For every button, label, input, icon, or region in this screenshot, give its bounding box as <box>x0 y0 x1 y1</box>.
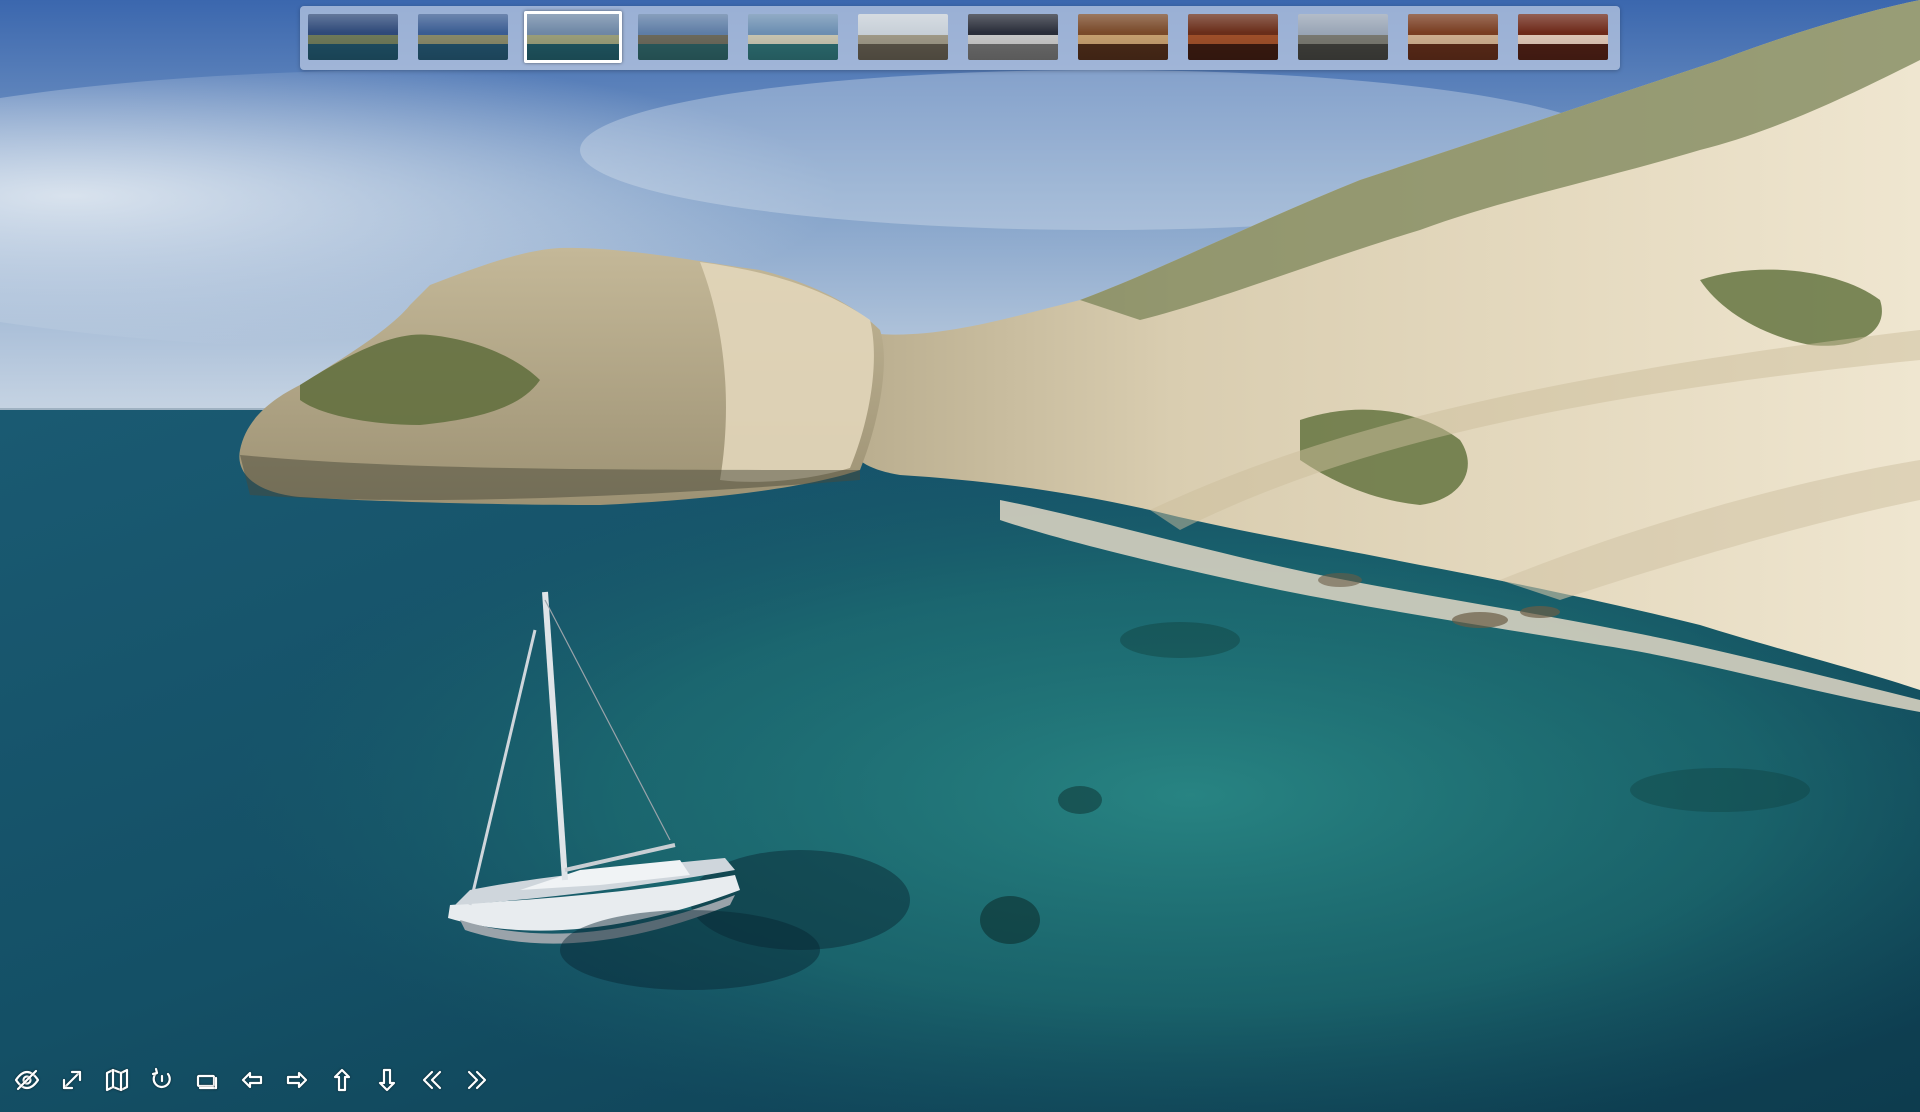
double-chevron-left-icon <box>419 1067 445 1097</box>
thumbnails-icon <box>194 1067 220 1097</box>
thumb-shine <box>1078 14 1168 60</box>
thumb-shine <box>1518 14 1608 60</box>
control-bar: HideFullscreenMapAutorotateThumbnailsLef… <box>8 1067 503 1097</box>
map-icon <box>104 1067 130 1097</box>
thumb-harbor-aerial[interactable] <box>638 14 728 60</box>
thumb-shine <box>527 14 619 60</box>
thumb-shine <box>308 14 398 60</box>
thumb-shine <box>638 14 728 60</box>
thumb-deck-bow[interactable] <box>858 14 948 60</box>
pan-up-button[interactable]: Up <box>323 1068 361 1096</box>
hide-controls-button[interactable]: Hide <box>8 1068 46 1096</box>
thumb-shine <box>858 14 948 60</box>
double-chevron-right-icon <box>464 1067 490 1097</box>
thumb-cabin-galley[interactable] <box>1188 14 1278 60</box>
fullscreen-button[interactable]: Fullscreen <box>53 1068 91 1096</box>
thumbnail-strip <box>300 6 1620 70</box>
pan-right-button[interactable]: Right <box>278 1068 316 1096</box>
thumb-cabin-saloon[interactable] <box>1078 14 1168 60</box>
previous-pano-button[interactable]: Previous <box>413 1068 451 1096</box>
eye-slash-icon <box>14 1067 40 1097</box>
thumb-shine <box>1408 14 1498 60</box>
panorama-scene[interactable] <box>0 0 1920 1112</box>
thumb-beach-aerial[interactable] <box>748 14 838 60</box>
thumb-aerial-coast-3[interactable] <box>524 11 622 63</box>
arrow-right-icon <box>284 1067 310 1097</box>
thumb-shine <box>418 14 508 60</box>
arrow-down-icon <box>374 1067 400 1097</box>
thumb-shine <box>1188 14 1278 60</box>
autorotate-button[interactable]: Autorotate <box>143 1067 181 1097</box>
map-button[interactable]: Map <box>98 1068 136 1096</box>
thumb-cockpit[interactable] <box>968 14 1058 60</box>
thumb-cabin-aft[interactable] <box>1518 14 1608 60</box>
arrow-left-icon <box>239 1067 265 1097</box>
rotate-icon <box>149 1067 175 1097</box>
thumb-shine <box>748 14 838 60</box>
arrow-up-icon <box>329 1067 355 1097</box>
next-pano-button[interactable]: Next <box>458 1068 496 1096</box>
thumb-deck-stern[interactable] <box>1298 14 1388 60</box>
panorama-viewer[interactable]: HideFullscreenMapAutorotateThumbnailsLef… <box>0 0 1920 1112</box>
pan-left-button[interactable]: Left <box>233 1068 271 1096</box>
thumb-shine <box>968 14 1058 60</box>
thumb-aerial-coast-2[interactable] <box>418 14 508 60</box>
thumb-shine <box>1298 14 1388 60</box>
expand-arrows-icon <box>59 1067 85 1097</box>
gallery-toggle-button[interactable]: Thumbnails <box>188 1068 226 1096</box>
thumb-cabin-forward[interactable] <box>1408 14 1498 60</box>
pan-down-button[interactable]: Down <box>368 1068 406 1096</box>
thumb-aerial-coast-1[interactable] <box>308 14 398 60</box>
